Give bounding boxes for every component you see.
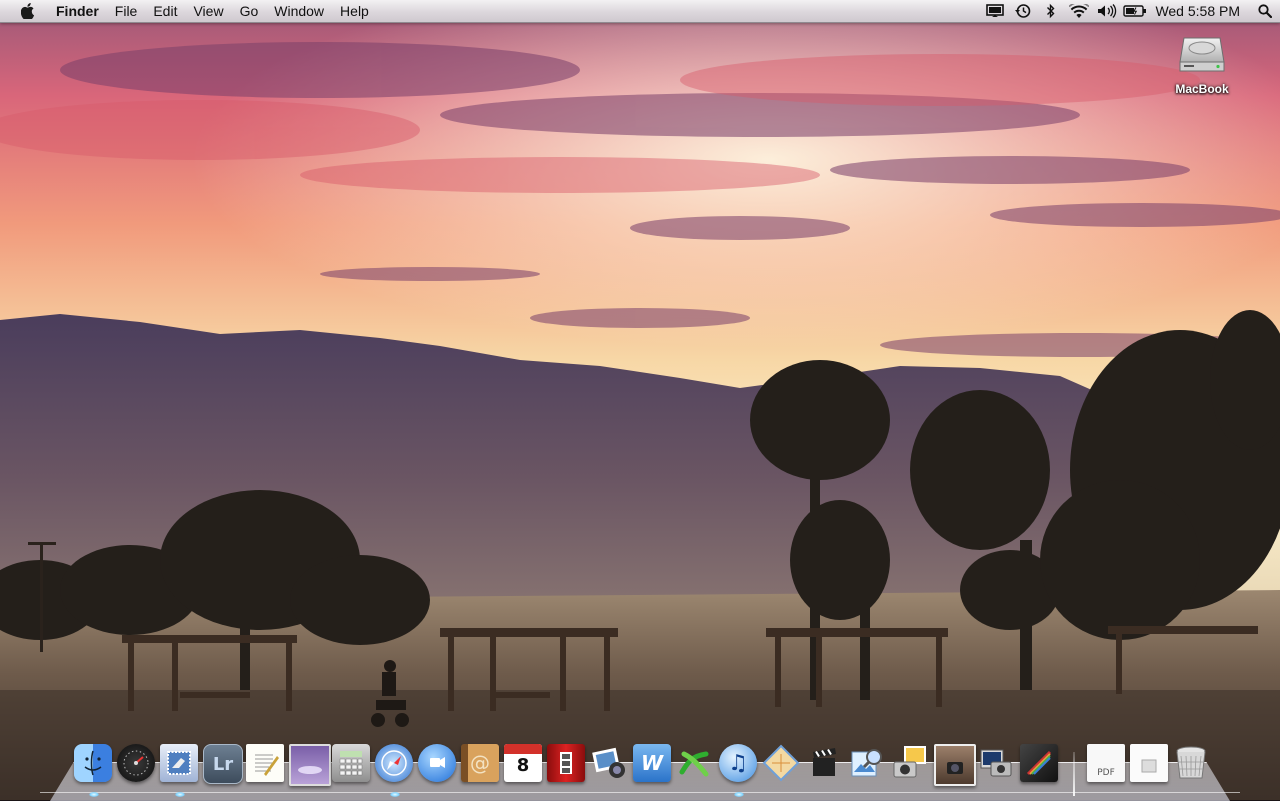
volume-icon[interactable] [1093,0,1121,22]
dock-front-row[interactable] [289,744,331,786]
itunes-note-icon: ♫ [719,744,757,782]
dock-safari[interactable] [375,744,415,797]
menu-window[interactable]: Window [266,0,332,22]
dock-textedit[interactable] [246,744,286,784]
dock-xgrid[interactable] [676,744,716,784]
iphoto-icon [590,744,628,782]
aperture-icon [1020,744,1058,782]
dock-documents-stack[interactable] [1130,744,1170,784]
dock-imovie[interactable] [805,744,845,784]
desktop-drive[interactable]: MacBook [1168,30,1236,98]
menu-app-finder[interactable]: Finder [56,0,107,22]
desktop-wallpaper [0,0,1280,800]
dashboard-icon [117,744,155,782]
battery-icon[interactable] [1121,0,1149,22]
safari-compass-icon [375,744,413,782]
dock-mail[interactable] [160,744,200,797]
dock-pdf-stack[interactable]: PDF [1087,744,1127,784]
lightroom-icon: Lr [203,744,243,784]
dock-calculator[interactable] [332,744,372,784]
drive-label: MacBook [1175,82,1229,96]
dock-ical[interactable]: 8 [504,744,544,784]
menu-help[interactable]: Help [332,0,377,22]
dock-preview[interactable] [848,744,888,784]
dock-separator [1073,752,1075,796]
bluetooth-icon[interactable] [1037,0,1065,22]
dock-sketch-app[interactable] [762,744,802,784]
dock-photo-booth[interactable] [547,744,587,784]
dock-itunes[interactable]: ♫ [719,744,759,797]
running-indicator [390,792,400,797]
dock-ichat[interactable] [418,744,458,784]
mail-stamp-icon [160,744,198,782]
dock-photo-organizer[interactable] [934,744,976,786]
image-capture-icon [891,744,929,782]
finder-icon [74,744,112,782]
photo-organizer-icon [934,744,976,786]
hard-drive-icon[interactable] [1178,30,1226,78]
iweb-icon: W [633,744,671,782]
menu-bar: Finder File Edit View Go Window Help Wed… [0,0,1280,23]
clapperboard-icon [805,744,843,782]
time-machine-icon[interactable] [1009,0,1037,22]
menu-clock[interactable]: Wed 5:58 PM [1149,0,1250,22]
running-indicator [89,792,99,797]
address-book-icon: @ [461,744,499,782]
menu-file[interactable]: File [107,0,146,22]
front-row-icon [289,744,331,786]
dock-finder[interactable] [74,744,114,797]
menu-go[interactable]: Go [232,0,267,22]
dock-trash[interactable] [1172,744,1212,784]
ichat-bubble-icon [418,744,456,782]
running-indicator [175,792,185,797]
dock-lightroom[interactable]: Lr [203,744,243,784]
pdf-document-icon: PDF [1087,744,1125,782]
document-icon [1130,744,1168,782]
wifi-icon[interactable] [1065,0,1093,22]
preview-icon [848,744,886,782]
ical-calendar-icon: 8 [504,744,542,782]
trash-icon [1172,744,1210,782]
dock-address-book[interactable]: @ [461,744,501,784]
dock: Lr @ 8 W ♫ PDF [0,744,1280,800]
dock-dashboard[interactable] [117,744,157,784]
dock-image-capture[interactable] [891,744,931,784]
grab-camera-icon [977,744,1015,782]
sketch-diamond-icon [762,744,800,782]
calculator-icon [332,744,370,782]
display-mirroring-icon[interactable] [981,0,1009,22]
dock-iweb[interactable]: W [633,744,673,784]
xgrid-icon [676,744,714,782]
textedit-icon [246,744,284,782]
photo-booth-icon [547,744,585,782]
running-indicator [734,792,744,797]
menu-edit[interactable]: Edit [145,0,185,22]
menu-view[interactable]: View [185,0,231,22]
dock-iphoto[interactable] [590,744,630,784]
spotlight-search-icon[interactable] [1250,0,1280,22]
dock-grab[interactable] [977,744,1017,784]
dock-aperture[interactable] [1020,744,1060,784]
apple-logo-icon[interactable] [0,0,56,22]
